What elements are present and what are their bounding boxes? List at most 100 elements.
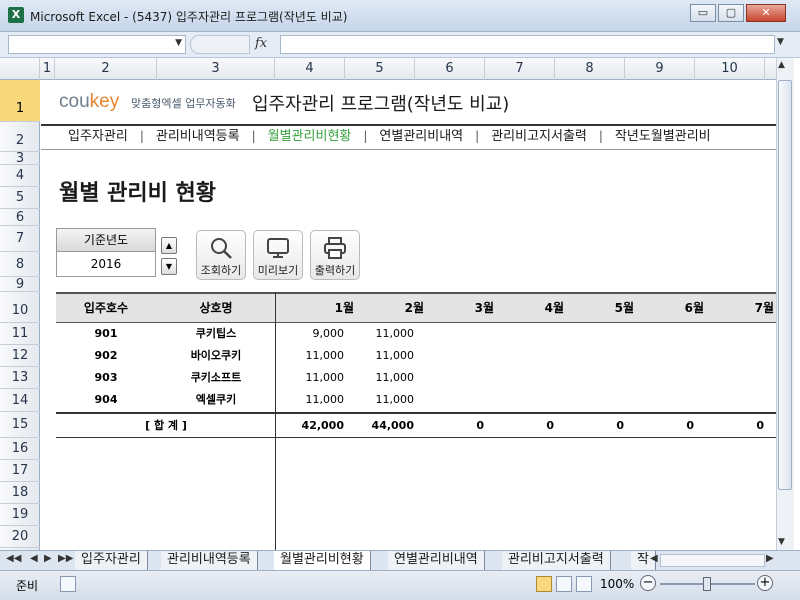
scroll-down-icon[interactable]: ▼ — [778, 537, 785, 547]
total-cell: 0 — [476, 419, 484, 432]
chevron-down-icon[interactable]: ▼ — [175, 38, 182, 48]
scroll-up-icon[interactable]: ▲ — [778, 60, 785, 70]
insert-function-button[interactable]: fx — [255, 36, 267, 51]
scroll-right-icon[interactable]: ▶ — [766, 553, 774, 564]
column-header-month: 5월 — [614, 301, 634, 315]
total-cell: 0 — [546, 419, 554, 432]
table-row[interactable]: 903 쿠키소프트 11,000 11,000 — [56, 367, 776, 389]
nav-item-last-year-monthly[interactable]: 작년도월별관리비 — [603, 126, 723, 148]
page-break-view-icon[interactable] — [576, 576, 592, 592]
scroll-thumb[interactable] — [778, 80, 792, 490]
sheet-tab[interactable]: 입주자관리 — [75, 551, 148, 570]
row-header[interactable]: 15 — [0, 412, 40, 438]
month-cell: 11,000 — [375, 349, 415, 362]
row-header[interactable]: 20 — [0, 526, 40, 548]
year-input[interactable]: 2016 — [56, 252, 156, 277]
column-header[interactable]: 9 — [625, 58, 695, 80]
page-layout-view-icon[interactable] — [556, 576, 572, 592]
row-header[interactable]: 18 — [0, 482, 40, 504]
row-header[interactable]: 9 — [0, 277, 40, 292]
column-header[interactable]: 5 — [345, 58, 415, 80]
nav-item-tenant[interactable]: 입주자관리 — [41, 126, 140, 148]
column-header-month: 2월 — [404, 301, 424, 315]
first-sheet-icon[interactable]: ◀◀ — [6, 553, 21, 564]
table-row[interactable]: 904 엑셀쿠키 11,000 11,000 — [56, 389, 776, 411]
print-button[interactable]: 출력하기 — [310, 230, 360, 280]
restore-button[interactable]: ▢ — [718, 4, 744, 22]
page-heading: 월별 관리비 현황 — [59, 181, 216, 206]
row-header[interactable]: 12 — [0, 345, 40, 367]
row-header[interactable]: 14 — [0, 389, 40, 412]
formula-bar: ▼ fx ▼ — [0, 32, 800, 58]
row-header[interactable]: 7 — [0, 226, 40, 252]
row-header[interactable]: 11 — [0, 323, 40, 345]
column-header[interactable]: 3 — [157, 58, 275, 80]
column-header-month: 3월 — [474, 301, 494, 315]
last-sheet-icon[interactable]: ▶▶ — [58, 553, 73, 564]
window-title: Microsoft Excel - (5437) 입주자관리 프로그램(작년도 … — [30, 10, 348, 24]
row-header[interactable]: 3 — [0, 152, 40, 165]
row-header[interactable]: 5 — [0, 187, 40, 209]
scroll-left-icon[interactable]: ◀ — [650, 553, 658, 564]
expand-formula-bar-icon[interactable]: ▼ — [777, 37, 784, 47]
spin-up-button[interactable]: ▲ — [161, 237, 177, 254]
table-row[interactable]: 901 쿠키팁스 9,000 11,000 — [56, 323, 776, 345]
table-row[interactable]: 902 바이오쿠키 11,000 11,000 — [56, 345, 776, 367]
nav-item-monthly-status[interactable]: 월별관리비현황 — [256, 126, 364, 148]
name-box[interactable]: ▼ — [8, 35, 186, 54]
logo-accent: key — [89, 91, 120, 112]
name-cell: 쿠키소프트 — [190, 371, 242, 384]
horizontal-scrollbar[interactable] — [660, 554, 765, 567]
sheet-tab[interactable]: 관리비내역등록 — [161, 551, 258, 570]
spin-down-button[interactable]: ▼ — [161, 258, 177, 275]
column-header[interactable]: 7 — [485, 58, 555, 80]
row-headers: 1 2 3 4 5 6 7 8 9 10 11 12 13 14 15 16 1… — [0, 80, 40, 550]
nav-item-notice-print[interactable]: 관리비고지서출력 — [479, 126, 599, 148]
nav-item-fee-entry[interactable]: 관리비내역등록 — [144, 126, 252, 148]
zoom-out-button[interactable]: − — [640, 575, 656, 591]
zoom-in-button[interactable]: + — [757, 575, 773, 591]
column-header[interactable]: 4 — [275, 58, 345, 80]
column-header[interactable]: 6 — [415, 58, 485, 80]
formula-input[interactable] — [280, 35, 775, 54]
zoom-level[interactable]: 100% — [600, 577, 634, 591]
row-header[interactable]: 10 — [0, 292, 40, 323]
search-icon — [211, 238, 232, 259]
row-header[interactable]: 1 — [0, 80, 40, 122]
sheet-tab[interactable]: 연별관리비내역 — [388, 551, 485, 570]
column-header-name: 상호명 — [199, 301, 233, 315]
total-row[interactable]: [ 합 계 ] 42,000 44,000 0 0 0 0 0 — [56, 412, 776, 438]
month-cell: 11,000 — [375, 327, 415, 340]
minimize-button[interactable]: ▭ — [690, 4, 716, 22]
next-sheet-icon[interactable]: ▶ — [44, 553, 52, 564]
row-header[interactable]: 19 — [0, 504, 40, 526]
row-header[interactable]: 17 — [0, 460, 40, 482]
unit-cell: 901 — [94, 327, 118, 340]
nav-item-yearly-history[interactable]: 연별관리비내역 — [367, 126, 475, 148]
unit-cell: 904 — [94, 393, 118, 406]
row-header[interactable]: 16 — [0, 438, 40, 460]
column-header[interactable]: 10 — [695, 58, 765, 80]
preview-button[interactable]: 미리보기 — [253, 230, 303, 280]
total-cell: 0 — [756, 419, 764, 432]
normal-view-icon[interactable] — [536, 576, 552, 592]
zoom-slider-thumb[interactable] — [703, 577, 711, 591]
search-button[interactable]: 조회하기 — [196, 230, 246, 280]
row-header[interactable]: 4 — [0, 165, 40, 187]
select-all-corner[interactable] — [0, 58, 40, 80]
excel-app-icon[interactable]: X — [8, 7, 24, 23]
sheet-area[interactable]: coukey 맞춤형엑셀 업무자동화 입주자관리 프로그램(작년도 비교) 입주… — [41, 80, 776, 550]
month-cell: 11,000 — [305, 371, 345, 384]
row-header[interactable]: 2 — [0, 122, 40, 152]
column-header[interactable]: 8 — [555, 58, 625, 80]
row-header[interactable]: 13 — [0, 367, 40, 389]
sheet-tab[interactable]: 관리비고지서출력 — [502, 551, 611, 570]
row-header[interactable]: 8 — [0, 252, 40, 277]
row-header[interactable]: 6 — [0, 209, 40, 226]
sheet-tab-active[interactable]: 월별관리비현황 — [274, 551, 371, 570]
close-button[interactable]: ✕ — [746, 4, 786, 22]
column-header[interactable]: 1 — [40, 58, 55, 80]
column-header[interactable]: 2 — [55, 58, 157, 80]
prev-sheet-icon[interactable]: ◀ — [30, 553, 38, 564]
macro-record-icon[interactable] — [60, 576, 76, 592]
